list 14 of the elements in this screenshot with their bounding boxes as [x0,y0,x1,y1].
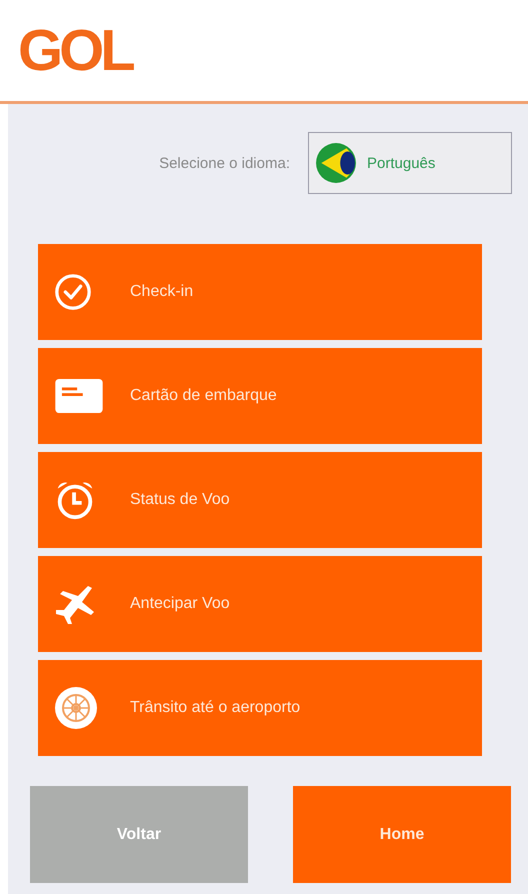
menu-item[interactable]: Antecipar Voo [38,556,482,652]
logo: GOL [18,17,132,84]
wheel-icon [54,686,98,730]
language-selector[interactable]: Português [308,132,512,194]
brazil-flag-icon [315,142,357,184]
language-label: Selecione o idioma: [159,154,290,172]
home-button[interactable]: Home [293,786,511,883]
check-circle-icon [54,273,92,311]
menu-item[interactable]: Trânsito até o aeroporto [38,660,482,756]
back-button[interactable]: Voltar [30,786,248,883]
menu-item[interactable]: Cartão de embarque [38,348,482,444]
menu-item[interactable]: Check-in [38,244,482,340]
menu-item[interactable]: Status de Voo [38,452,482,548]
card-icon [54,378,104,414]
